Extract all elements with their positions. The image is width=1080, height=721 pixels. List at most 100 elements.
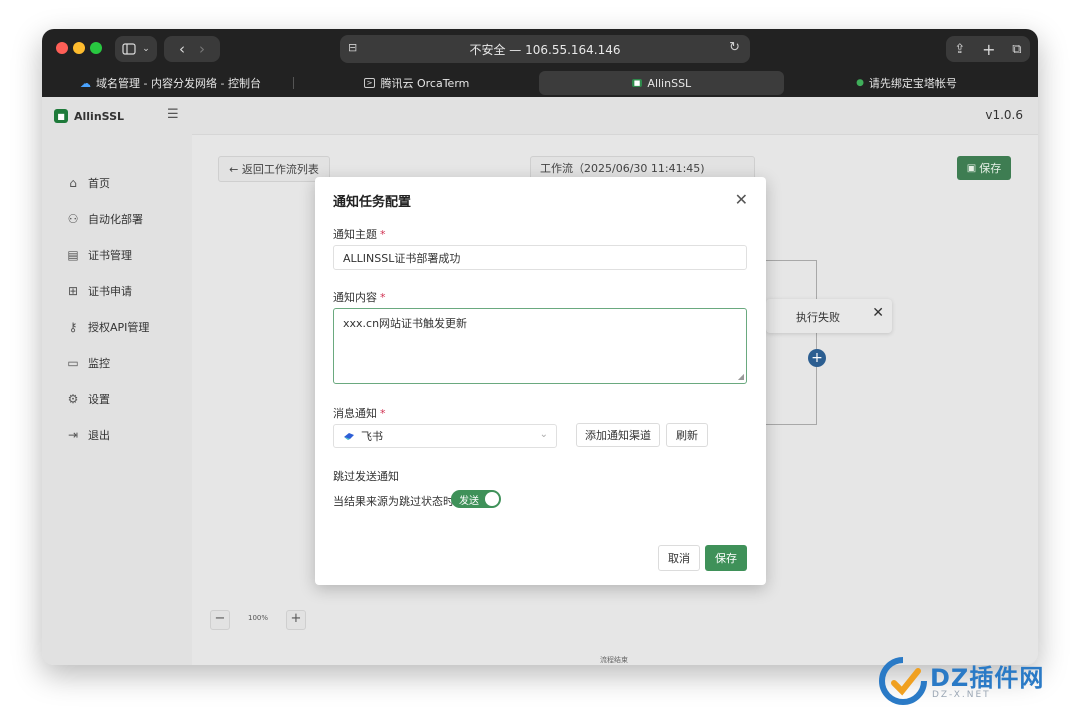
flow-end-label: 流程结束 bbox=[600, 656, 628, 664]
sidebar-item-label: 退出 bbox=[88, 429, 110, 442]
app-logo: ■ AllinSSL bbox=[54, 109, 124, 123]
certificate-icon: ▤ bbox=[67, 248, 79, 262]
chevron-down-icon: ⌄ bbox=[142, 44, 150, 54]
sidebar: ■ AllinSSL ☰ ⌂ 首页 ⚇ 自动化部署 ▤ 证书管理 ⊞ 证书申请 … bbox=[42, 97, 192, 665]
add-node-plus-icon[interactable]: + bbox=[808, 349, 826, 367]
zoom-level: 100% bbox=[248, 614, 269, 622]
tab-label: 域名管理 - 内容分发网络 - 控制台 bbox=[96, 77, 261, 90]
toggle-knob bbox=[485, 492, 499, 506]
send-toggle[interactable]: 发送 bbox=[451, 490, 501, 508]
lock-icon: ■ bbox=[631, 79, 643, 87]
content-text: xxx.cn网站证书触发更新 bbox=[343, 317, 468, 330]
tab-overview-icon[interactable]: ⧉ bbox=[1012, 42, 1021, 57]
browser-titlebar: ⌄ ‹ › ⊟ 不安全 — 106.55.164.146 ↻ ⇪ + ⧉ bbox=[42, 29, 1038, 69]
channel-label-text: 消息通知 bbox=[333, 407, 377, 420]
nav-buttons: ‹ › bbox=[164, 36, 220, 62]
save-button[interactable]: 保存 bbox=[705, 545, 747, 571]
close-window-button[interactable] bbox=[56, 42, 68, 54]
sidebar-item-label: 设置 bbox=[88, 393, 110, 406]
save-workflow-button[interactable]: ▣ 保存 bbox=[957, 156, 1011, 180]
page-settings-icon[interactable]: ⊟ bbox=[348, 41, 357, 54]
zoom-in-button[interactable]: + bbox=[286, 610, 306, 630]
watermark-logo: DZ插件网 DZ-X.NET bbox=[878, 654, 1064, 710]
resize-handle-icon[interactable]: ◢ bbox=[738, 372, 744, 381]
sidebar-item-home[interactable]: ⌂ 首页 bbox=[66, 173, 110, 193]
sidebar-item-label: 证书申请 bbox=[88, 285, 132, 298]
required-mark: * bbox=[380, 407, 386, 420]
forward-arrow-icon[interactable]: › bbox=[199, 40, 205, 58]
sidebar-item-label: 证书管理 bbox=[88, 249, 132, 262]
content-textarea[interactable]: xxx.cn网站证书触发更新 ◢ bbox=[333, 308, 747, 384]
required-mark: * bbox=[380, 228, 386, 241]
sidebar-icon bbox=[122, 43, 136, 55]
logo-text: AllinSSL bbox=[74, 109, 125, 123]
plus-square-icon: ⊞ bbox=[67, 284, 79, 298]
chevron-down-icon: ⌄ bbox=[539, 429, 548, 440]
tab-orcaterm[interactable]: > 腾讯云 OrcaTerm bbox=[294, 71, 539, 95]
collapse-menu-icon[interactable]: ☰ bbox=[167, 107, 179, 122]
close-icon[interactable]: ✕ bbox=[735, 190, 748, 209]
sidebar-item-label: 监控 bbox=[88, 357, 110, 370]
sidebar-item-logout[interactable]: ⇥ 退出 bbox=[66, 425, 110, 445]
sidebar-item-settings[interactable]: ⚙ 设置 bbox=[66, 389, 110, 409]
tab-label: 腾讯云 OrcaTerm bbox=[380, 77, 470, 90]
skip-notify-desc: 当结果来源为跳过状态时 bbox=[333, 495, 454, 508]
close-icon[interactable]: ✕ bbox=[872, 305, 884, 321]
minimize-window-button[interactable] bbox=[73, 42, 85, 54]
sidebar-item-cert-manage[interactable]: ▤ 证书管理 bbox=[66, 245, 132, 265]
sidebar-item-auto-deploy[interactable]: ⚇ 自动化部署 bbox=[66, 209, 143, 229]
subject-label: 通知主题 * bbox=[333, 226, 386, 242]
tab-cdn-console[interactable]: ☁ 域名管理 - 内容分发网络 - 控制台 bbox=[48, 71, 293, 95]
tab-label: AllinSSL bbox=[647, 76, 692, 90]
new-tab-icon[interactable]: + bbox=[982, 40, 995, 59]
sidebar-item-cert-apply[interactable]: ⊞ 证书申请 bbox=[66, 281, 132, 301]
sidebar-item-label: 自动化部署 bbox=[88, 213, 143, 226]
back-to-workflow-list-button[interactable]: ← 返回工作流列表 bbox=[218, 156, 330, 182]
terminal-icon: > bbox=[363, 78, 376, 88]
subject-input[interactable]: ALLINSSL证书部署成功 bbox=[333, 245, 747, 270]
flow-connector bbox=[816, 333, 817, 425]
content-label-text: 通知内容 bbox=[333, 291, 377, 304]
logout-icon: ⇥ bbox=[67, 428, 79, 442]
tab-label: 请先绑定宝塔帐号 bbox=[868, 77, 957, 90]
watermark-text: DZ插件网 bbox=[930, 664, 1045, 692]
cancel-button[interactable]: 取消 bbox=[658, 545, 700, 571]
channel-select[interactable]: 飞书 ⌄ bbox=[333, 424, 557, 448]
tab-baota[interactable]: ● 请先绑定宝塔帐号 bbox=[784, 71, 1029, 95]
sidebar-item-label: 首页 bbox=[88, 177, 110, 190]
node-label: 执行失败 bbox=[796, 311, 840, 324]
skip-notify-label: 跳过发送通知 bbox=[333, 470, 399, 483]
reload-icon[interactable]: ↻ bbox=[729, 40, 740, 55]
tab-allinssl[interactable]: ■ AllinSSL bbox=[539, 71, 784, 95]
feishu-icon bbox=[344, 433, 354, 440]
save-workflow-label: 保存 bbox=[979, 162, 1002, 175]
sidebar-item-monitor[interactable]: ▭ 监控 bbox=[66, 353, 110, 373]
tab-strip: ☁ 域名管理 - 内容分发网络 - 控制台 > 腾讯云 OrcaTerm ■ A… bbox=[42, 69, 1038, 97]
sidebar-item-label: 授权API管理 bbox=[88, 321, 150, 334]
flow-connector bbox=[766, 260, 817, 261]
workflow-icon: ⚇ bbox=[67, 212, 79, 226]
monitor-icon: ▭ bbox=[67, 356, 79, 370]
zoom-out-button[interactable]: − bbox=[210, 610, 230, 630]
gear-icon: ⚙ bbox=[67, 392, 79, 406]
logo-lock-icon: ■ bbox=[54, 109, 68, 123]
execution-failed-node[interactable]: 执行失败 ✕ bbox=[766, 299, 892, 333]
sidebar-toggle-button[interactable]: ⌄ bbox=[115, 36, 157, 62]
back-arrow-icon[interactable]: ‹ bbox=[179, 40, 185, 58]
content-label: 通知内容 * bbox=[333, 289, 386, 305]
sidebar-item-api-manage[interactable]: ⚷ 授权API管理 bbox=[66, 317, 150, 337]
key-icon: ⚷ bbox=[68, 320, 78, 334]
maximize-window-button[interactable] bbox=[90, 42, 102, 54]
notification-config-modal: 通知任务配置 ✕ 通知主题 * ALLINSSL证书部署成功 通知内容 * xxx.… bbox=[315, 177, 766, 585]
channel-value: 飞书 bbox=[361, 430, 383, 443]
add-channel-button[interactable]: 添加通知渠道 bbox=[576, 423, 660, 447]
address-text: 不安全 — 106.55.164.146 bbox=[469, 42, 621, 57]
share-icon[interactable]: ⇪ bbox=[954, 42, 965, 57]
address-bar[interactable]: ⊟ 不安全 — 106.55.164.146 ↻ bbox=[340, 35, 750, 63]
toggle-text: 发送 bbox=[459, 496, 479, 507]
cloud-icon: ☁ bbox=[80, 76, 92, 90]
refresh-button[interactable]: 刷新 bbox=[666, 423, 708, 447]
watermark-subtext: DZ-X.NET bbox=[932, 690, 991, 700]
home-icon: ⌂ bbox=[69, 176, 77, 190]
save-icon: ▣ bbox=[966, 162, 977, 174]
